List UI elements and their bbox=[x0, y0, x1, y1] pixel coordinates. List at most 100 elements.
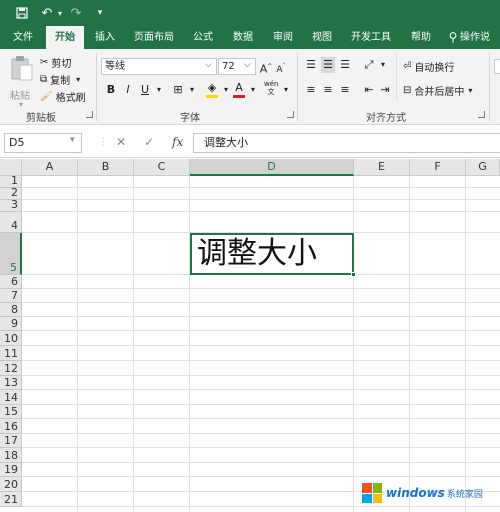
align-right-icon[interactable]: ≡ bbox=[338, 82, 352, 98]
row-header[interactable]: 11 bbox=[0, 346, 22, 361]
column-header-g[interactable]: G bbox=[466, 159, 500, 176]
tab-page-layout[interactable]: 页面布局 bbox=[130, 26, 178, 49]
gridline bbox=[22, 433, 500, 434]
merge-center-button[interactable]: ⊟ 合并后居中 ▾ bbox=[403, 82, 472, 98]
separator bbox=[489, 53, 490, 121]
column-header-c[interactable]: C bbox=[134, 159, 190, 176]
fill-color-icon[interactable]: ◈ bbox=[205, 82, 219, 98]
cell-d5[interactable]: 调整大小 bbox=[190, 233, 354, 275]
row-header[interactable]: 7 bbox=[0, 289, 22, 303]
row-header[interactable]: 14 bbox=[0, 390, 22, 405]
borders-dropdown-icon[interactable]: ▾ bbox=[185, 82, 199, 98]
column-header-e[interactable]: E bbox=[354, 159, 410, 176]
copy-button[interactable]: ⧉ 复制 ▾ bbox=[40, 71, 80, 87]
row-header[interactable]: 8 bbox=[0, 303, 22, 317]
bold-button[interactable]: B bbox=[104, 82, 118, 98]
orientation-dropdown-icon[interactable]: ▾ bbox=[376, 57, 390, 73]
tab-insert[interactable]: 插入 bbox=[88, 26, 122, 49]
row-header[interactable]: 12 bbox=[0, 361, 22, 376]
italic-button[interactable]: I bbox=[121, 82, 135, 98]
gridline bbox=[22, 404, 500, 405]
column-header-b[interactable]: B bbox=[78, 159, 134, 176]
redo-icon[interactable]: ↷ bbox=[68, 4, 84, 22]
increase-indent-icon[interactable]: ⇥ bbox=[378, 82, 392, 98]
separator bbox=[396, 53, 397, 101]
underline-button[interactable]: U bbox=[138, 82, 152, 98]
tab-file[interactable]: 文件 bbox=[6, 26, 40, 49]
row-header[interactable]: 18 bbox=[0, 448, 22, 463]
tab-data[interactable]: 数据 bbox=[226, 26, 260, 49]
lightbulb-icon[interactable]: ⚲ bbox=[446, 26, 460, 49]
name-box-dropdown-icon[interactable]: ▾ bbox=[70, 135, 75, 145]
insert-function-icon[interactable]: fx bbox=[172, 135, 183, 149]
borders-icon[interactable]: ⊞ bbox=[171, 82, 185, 98]
align-middle-icon[interactable]: ☰ bbox=[321, 57, 335, 73]
copy-dropdown-icon[interactable]: ▾ bbox=[76, 75, 80, 84]
row-header[interactable]: 19 bbox=[0, 463, 22, 477]
row-header[interactable]: 10 bbox=[0, 331, 22, 346]
quick-access-toolbar: ↶ ▾ ↷ ▾ bbox=[0, 0, 500, 26]
font-name-dropdown-icon[interactable]: ⌵ bbox=[205, 60, 212, 70]
copy-label: 复制 bbox=[50, 75, 71, 87]
clipboard-launcher-icon[interactable] bbox=[86, 111, 93, 118]
increase-font-icon[interactable]: A^ bbox=[259, 59, 273, 76]
orientation-icon[interactable]: ⤢ bbox=[362, 57, 376, 73]
tab-help[interactable]: 帮助 bbox=[404, 26, 438, 49]
font-launcher-icon[interactable] bbox=[287, 111, 294, 118]
font-size-dropdown-icon[interactable]: ⌵ bbox=[244, 60, 251, 70]
align-center-icon[interactable]: ≡ bbox=[321, 82, 335, 98]
column-header-a[interactable]: A bbox=[22, 159, 78, 176]
merge-dropdown-icon[interactable]: ▾ bbox=[468, 86, 472, 95]
undo-icon[interactable]: ↶ bbox=[38, 4, 56, 22]
row-header[interactable]: 4 bbox=[0, 212, 22, 233]
align-bottom-icon[interactable]: ☰ bbox=[338, 57, 352, 73]
format-painter-button[interactable]: 🖌 格式刷 bbox=[40, 88, 86, 104]
gridline bbox=[22, 199, 500, 200]
paste-dropdown-icon[interactable]: ▾ bbox=[19, 100, 23, 109]
tab-developer[interactable]: 开发工具 bbox=[346, 26, 396, 49]
row-header-selected[interactable]: 5 bbox=[0, 233, 22, 275]
decrease-font-icon[interactable]: Aˇ bbox=[274, 59, 288, 75]
enter-icon[interactable]: ✓ bbox=[144, 135, 154, 149]
tab-tell-me[interactable]: 操作说 bbox=[460, 26, 500, 49]
cut-button[interactable]: ✂ 剪切 bbox=[40, 54, 71, 70]
row-header[interactable]: 20 bbox=[0, 477, 22, 492]
phonetic-icon[interactable]: wén 文 bbox=[264, 80, 278, 96]
row-header[interactable]: 13 bbox=[0, 376, 22, 390]
save-icon[interactable] bbox=[14, 4, 30, 22]
paste-button[interactable]: 粘贴 ▾ bbox=[8, 53, 36, 109]
number-format-box[interactable] bbox=[494, 58, 500, 74]
font-name-select[interactable]: 等线 bbox=[101, 58, 217, 75]
cut-label: 剪切 bbox=[51, 58, 72, 70]
gridline bbox=[22, 211, 500, 212]
formula-input[interactable]: 调整大小 bbox=[193, 133, 500, 153]
tab-view[interactable]: 视图 bbox=[305, 26, 339, 49]
cancel-icon[interactable]: ✕ bbox=[116, 135, 126, 149]
fill-color-dropdown-icon[interactable]: ▾ bbox=[219, 82, 233, 98]
row-header[interactable]: 9 bbox=[0, 317, 22, 331]
align-left-icon[interactable]: ≡ bbox=[304, 82, 318, 98]
underline-dropdown-icon[interactable]: ▾ bbox=[152, 82, 166, 98]
row-header[interactable]: 21 bbox=[0, 492, 22, 507]
row-header[interactable]: 6 bbox=[0, 275, 22, 289]
phonetic-dropdown-icon[interactable]: ▾ bbox=[279, 82, 293, 98]
font-color-icon[interactable]: A bbox=[232, 82, 246, 98]
undo-dropdown-icon[interactable]: ▾ bbox=[56, 4, 64, 22]
row-header[interactable]: 16 bbox=[0, 419, 22, 434]
row-header[interactable]: 15 bbox=[0, 405, 22, 419]
font-color-dropdown-icon[interactable]: ▾ bbox=[246, 82, 260, 98]
alignment-launcher-icon[interactable] bbox=[478, 111, 485, 118]
wrap-text-button[interactable]: ⏎ 自动换行 bbox=[403, 58, 454, 74]
tab-review[interactable]: 审阅 bbox=[266, 26, 300, 49]
column-header-d[interactable]: D bbox=[190, 159, 354, 176]
customize-icon[interactable]: ▾ bbox=[94, 4, 106, 22]
tab-home[interactable]: 开始 bbox=[46, 26, 84, 49]
row-header[interactable]: 17 bbox=[0, 434, 22, 448]
fill-handle[interactable] bbox=[351, 272, 356, 277]
watermark: windows 系统家园 bbox=[362, 476, 498, 510]
column-header-f[interactable]: F bbox=[410, 159, 466, 176]
align-top-icon[interactable]: ☰ bbox=[304, 57, 318, 73]
row-header[interactable]: 3 bbox=[0, 198, 22, 212]
tab-formulas[interactable]: 公式 bbox=[186, 26, 220, 49]
decrease-indent-icon[interactable]: ⇤ bbox=[362, 82, 376, 98]
